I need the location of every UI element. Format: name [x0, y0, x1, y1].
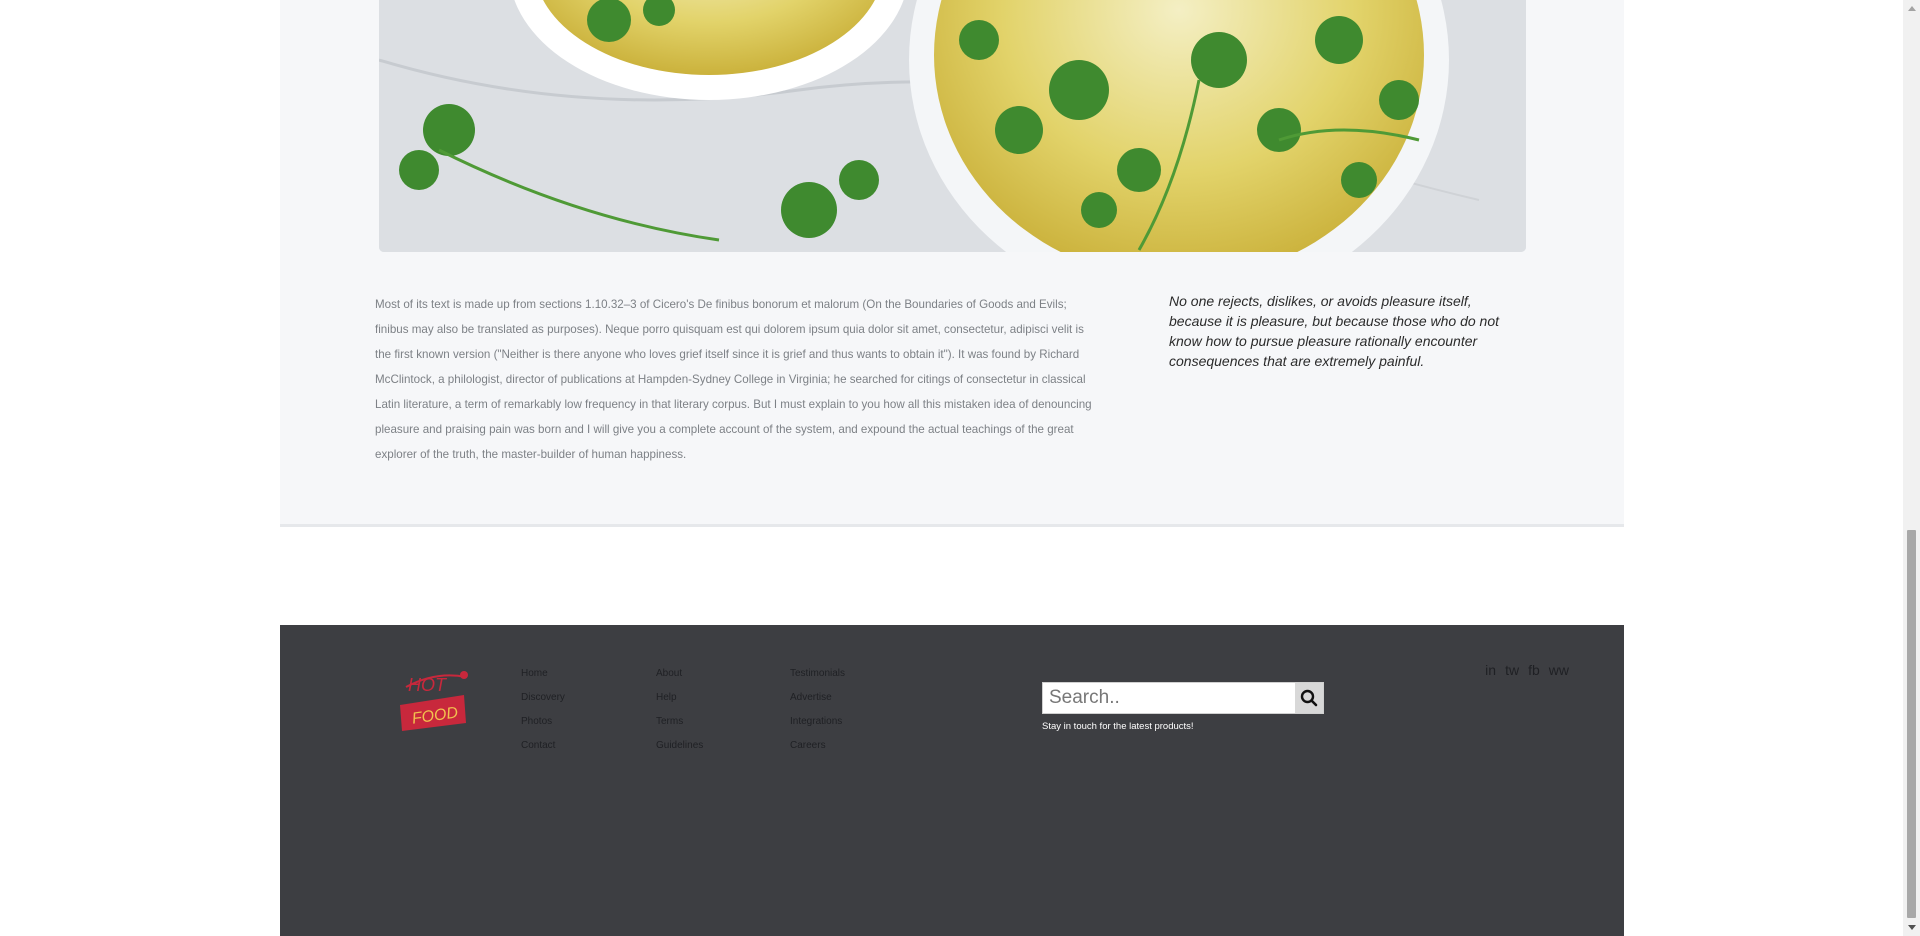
scroll-down-arrow-icon[interactable]	[1903, 919, 1920, 936]
footer-link-integrations[interactable]: Integrations	[790, 710, 900, 734]
search-button[interactable]	[1295, 683, 1323, 713]
footer-link-home[interactable]: Home	[521, 662, 631, 686]
social-links: in tw fb ww	[1485, 662, 1569, 678]
scrollbar-thumb[interactable]	[1907, 530, 1916, 918]
social-link-twitter[interactable]: tw	[1505, 662, 1519, 678]
footer-link-discovery[interactable]: Discovery	[521, 686, 631, 710]
footer-link-about[interactable]: About	[656, 662, 766, 686]
footer-link-testimonials[interactable]: Testimonials	[790, 662, 900, 686]
search-input[interactable]	[1043, 683, 1289, 713]
footer-link-careers[interactable]: Careers	[790, 734, 900, 758]
social-link-linkedin[interactable]: in	[1485, 662, 1496, 678]
social-link-web[interactable]: ww	[1549, 662, 1569, 678]
search-icon	[1300, 689, 1318, 707]
footer-link-help[interactable]: Help	[656, 686, 766, 710]
hero-image	[379, 0, 1526, 252]
footer-links-col-3: Testimonials Advertise Integrations Care…	[790, 662, 900, 758]
footer-link-guidelines[interactable]: Guidelines	[656, 734, 766, 758]
scroll-up-arrow-icon[interactable]	[1903, 0, 1920, 17]
footer-link-contact[interactable]: Contact	[521, 734, 631, 758]
social-link-facebook[interactable]: fb	[1528, 662, 1540, 678]
footer-link-photos[interactable]: Photos	[521, 710, 631, 734]
footer-search	[1042, 682, 1324, 714]
hot-food-logo[interactable]: HOT FOOD	[396, 665, 476, 735]
site-footer: HOT FOOD Home Discovery Photos Contact A…	[280, 625, 1624, 936]
page-scrollbar[interactable]	[1903, 0, 1920, 936]
footer-tagline: Stay in touch for the latest products!	[1042, 721, 1194, 732]
footer-links-col-2: About Help Terms Guidelines	[656, 662, 766, 758]
article-body-text: Most of its text is made up from section…	[375, 298, 1092, 461]
footer-links-col-1: Home Discovery Photos Contact	[521, 662, 631, 758]
logo-text-hot: HOT	[408, 675, 448, 695]
footer-link-terms[interactable]: Terms	[656, 710, 766, 734]
pull-quote: No one rejects, dislikes, or avoids plea…	[1169, 293, 1499, 369]
footer-link-advertise[interactable]: Advertise	[790, 686, 900, 710]
